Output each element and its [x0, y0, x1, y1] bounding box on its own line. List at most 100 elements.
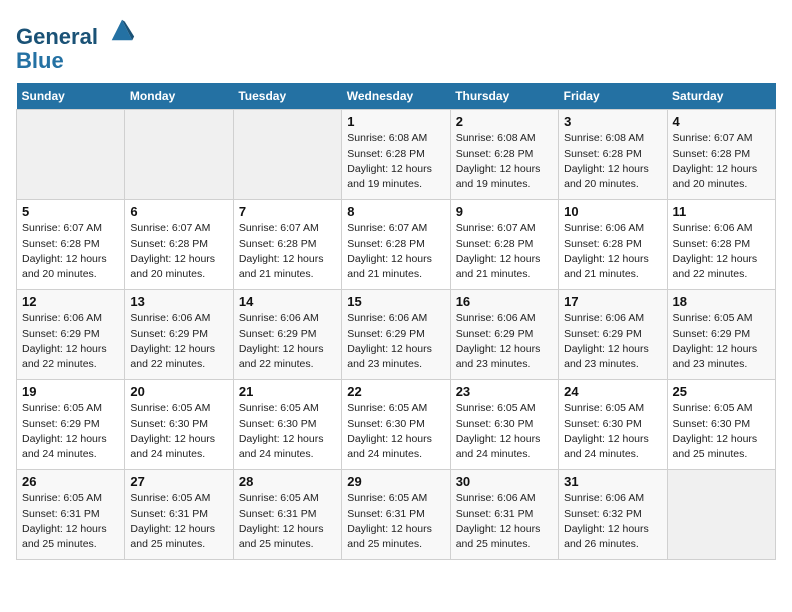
logo: General Blue — [16, 16, 136, 73]
calendar-cell: 4 Sunrise: 6:07 AM Sunset: 6:28 PM Daylig… — [667, 110, 775, 200]
calendar-cell: 18 Sunrise: 6:05 AM Sunset: 6:29 PM Dayli… — [667, 290, 775, 380]
day-number: 28 — [239, 474, 336, 489]
day-number: 12 — [22, 294, 119, 309]
day-number: 5 — [22, 204, 119, 219]
day-number: 20 — [130, 384, 227, 399]
day-header-tuesday: Tuesday — [233, 83, 341, 110]
day-number: 27 — [130, 474, 227, 489]
day-info: Sunrise: 6:06 AM Sunset: 6:28 PM Dayligh… — [673, 221, 770, 282]
calendar-header-row: SundayMondayTuesdayWednesdayThursdayFrid… — [17, 83, 776, 110]
calendar-cell: 21 Sunrise: 6:05 AM Sunset: 6:30 PM Dayli… — [233, 380, 341, 470]
day-number: 15 — [347, 294, 444, 309]
day-number: 1 — [347, 114, 444, 129]
day-number: 21 — [239, 384, 336, 399]
day-number: 18 — [673, 294, 770, 309]
day-info: Sunrise: 6:05 AM Sunset: 6:31 PM Dayligh… — [239, 491, 336, 552]
day-number: 29 — [347, 474, 444, 489]
calendar-cell: 25 Sunrise: 6:05 AM Sunset: 6:30 PM Dayli… — [667, 380, 775, 470]
calendar-cell — [667, 470, 775, 560]
calendar-cell: 5 Sunrise: 6:07 AM Sunset: 6:28 PM Daylig… — [17, 200, 125, 290]
day-number: 23 — [456, 384, 553, 399]
day-number: 22 — [347, 384, 444, 399]
day-number: 19 — [22, 384, 119, 399]
day-number: 16 — [456, 294, 553, 309]
calendar-cell: 10 Sunrise: 6:06 AM Sunset: 6:28 PM Dayli… — [559, 200, 667, 290]
day-header-saturday: Saturday — [667, 83, 775, 110]
day-number: 30 — [456, 474, 553, 489]
day-number: 14 — [239, 294, 336, 309]
day-number: 26 — [22, 474, 119, 489]
calendar-table: SundayMondayTuesdayWednesdayThursdayFrid… — [16, 83, 776, 560]
calendar-cell: 11Sunrise: 6:06 AM Sunset: 6:28 PM Dayli… — [667, 200, 775, 290]
day-info: Sunrise: 6:05 AM Sunset: 6:29 PM Dayligh… — [673, 311, 770, 372]
calendar-cell: 29Sunrise: 6:05 AM Sunset: 6:31 PM Dayli… — [342, 470, 450, 560]
day-number: 6 — [130, 204, 227, 219]
day-number: 8 — [347, 204, 444, 219]
day-info: Sunrise: 6:07 AM Sunset: 6:28 PM Dayligh… — [239, 221, 336, 282]
calendar-cell: 16Sunrise: 6:06 AM Sunset: 6:29 PM Dayli… — [450, 290, 558, 380]
logo-text-blue: Blue — [16, 49, 136, 73]
day-info: Sunrise: 6:05 AM Sunset: 6:30 PM Dayligh… — [130, 401, 227, 462]
calendar-week-row: 12 Sunrise: 6:06 AM Sunset: 6:29 PM Dayli… — [17, 290, 776, 380]
calendar-cell: 9Sunrise: 6:07 AM Sunset: 6:28 PM Daylig… — [450, 200, 558, 290]
calendar-cell: 27 Sunrise: 6:05 AM Sunset: 6:31 PM Dayli… — [125, 470, 233, 560]
calendar-cell — [125, 110, 233, 200]
day-info: Sunrise: 6:05 AM Sunset: 6:29 PM Dayligh… — [22, 401, 119, 462]
calendar-cell: 20 Sunrise: 6:05 AM Sunset: 6:30 PM Dayli… — [125, 380, 233, 470]
calendar-cell: 13 Sunrise: 6:06 AM Sunset: 6:29 PM Dayli… — [125, 290, 233, 380]
calendar-week-row: 5 Sunrise: 6:07 AM Sunset: 6:28 PM Daylig… — [17, 200, 776, 290]
day-info: Sunrise: 6:06 AM Sunset: 6:29 PM Dayligh… — [239, 311, 336, 372]
day-info: Sunrise: 6:08 AM Sunset: 6:28 PM Dayligh… — [564, 131, 661, 192]
calendar-cell: 14 Sunrise: 6:06 AM Sunset: 6:29 PM Dayli… — [233, 290, 341, 380]
day-header-monday: Monday — [125, 83, 233, 110]
calendar-cell: 1Sunrise: 6:08 AM Sunset: 6:28 PM Daylig… — [342, 110, 450, 200]
calendar-cell: 19 Sunrise: 6:05 AM Sunset: 6:29 PM Dayli… — [17, 380, 125, 470]
calendar-cell: 31Sunrise: 6:06 AM Sunset: 6:32 PM Dayli… — [559, 470, 667, 560]
day-number: 2 — [456, 114, 553, 129]
page-header: General Blue — [16, 16, 776, 73]
logo-text: General — [16, 16, 136, 49]
day-info: Sunrise: 6:06 AM Sunset: 6:29 PM Dayligh… — [564, 311, 661, 372]
day-info: Sunrise: 6:06 AM Sunset: 6:29 PM Dayligh… — [130, 311, 227, 372]
calendar-cell: 26 Sunrise: 6:05 AM Sunset: 6:31 PM Dayli… — [17, 470, 125, 560]
calendar-cell: 12 Sunrise: 6:06 AM Sunset: 6:29 PM Dayli… — [17, 290, 125, 380]
calendar-week-row: 19 Sunrise: 6:05 AM Sunset: 6:29 PM Dayli… — [17, 380, 776, 470]
day-info: Sunrise: 6:06 AM Sunset: 6:31 PM Dayligh… — [456, 491, 553, 552]
day-info: Sunrise: 6:05 AM Sunset: 6:31 PM Dayligh… — [130, 491, 227, 552]
day-info: Sunrise: 6:06 AM Sunset: 6:28 PM Dayligh… — [564, 221, 661, 282]
day-info: Sunrise: 6:07 AM Sunset: 6:28 PM Dayligh… — [22, 221, 119, 282]
calendar-cell: 7 Sunrise: 6:07 AM Sunset: 6:28 PM Daylig… — [233, 200, 341, 290]
day-number: 17 — [564, 294, 661, 309]
day-header-sunday: Sunday — [17, 83, 125, 110]
calendar-week-row: 1 Sunrise: 6:08 AM Sunset: 6:28 PM Daylig… — [17, 110, 776, 200]
day-info: Sunrise: 6:05 AM Sunset: 6:30 PM Dayligh… — [456, 401, 553, 462]
day-header-thursday: Thursday — [450, 83, 558, 110]
day-header-friday: Friday — [559, 83, 667, 110]
day-info: Sunrise: 6:06 AM Sunset: 6:29 PM Dayligh… — [347, 311, 444, 372]
calendar-cell: 3 Sunrise: 6:08 AM Sunset: 6:28 PM Daylig… — [559, 110, 667, 200]
day-number: 10 — [564, 204, 661, 219]
day-info: Sunrise: 6:05 AM Sunset: 6:30 PM Dayligh… — [347, 401, 444, 462]
day-info: Sunrise: 6:08 AM Sunset: 6:28 PM Dayligh… — [456, 131, 553, 192]
day-number: 3 — [564, 114, 661, 129]
day-info: Sunrise: 6:07 AM Sunset: 6:28 PM Dayligh… — [130, 221, 227, 282]
calendar-cell: 15 Sunrise: 6:06 AM Sunset: 6:29 PM Dayli… — [342, 290, 450, 380]
calendar-cell: 23 Sunrise: 6:05 AM Sunset: 6:30 PM Dayli… — [450, 380, 558, 470]
day-info: Sunrise: 6:07 AM Sunset: 6:28 PM Dayligh… — [347, 221, 444, 282]
calendar-cell: 28 Sunrise: 6:05 AM Sunset: 6:31 PM Dayli… — [233, 470, 341, 560]
day-info: Sunrise: 6:07 AM Sunset: 6:28 PM Dayligh… — [673, 131, 770, 192]
day-number: 13 — [130, 294, 227, 309]
day-number: 25 — [673, 384, 770, 399]
calendar-week-row: 26 Sunrise: 6:05 AM Sunset: 6:31 PM Dayli… — [17, 470, 776, 560]
day-number: 7 — [239, 204, 336, 219]
calendar-cell — [17, 110, 125, 200]
logo-icon — [108, 16, 136, 44]
day-info: Sunrise: 6:05 AM Sunset: 6:30 PM Dayligh… — [673, 401, 770, 462]
calendar-cell: 30 Sunrise: 6:06 AM Sunset: 6:31 PM Dayli… — [450, 470, 558, 560]
day-info: Sunrise: 6:05 AM Sunset: 6:31 PM Dayligh… — [22, 491, 119, 552]
calendar-cell: 8 Sunrise: 6:07 AM Sunset: 6:28 PM Daylig… — [342, 200, 450, 290]
day-info: Sunrise: 6:05 AM Sunset: 6:30 PM Dayligh… — [239, 401, 336, 462]
day-info: Sunrise: 6:06 AM Sunset: 6:32 PM Dayligh… — [564, 491, 661, 552]
day-info: Sunrise: 6:06 AM Sunset: 6:29 PM Dayligh… — [22, 311, 119, 372]
day-number: 4 — [673, 114, 770, 129]
